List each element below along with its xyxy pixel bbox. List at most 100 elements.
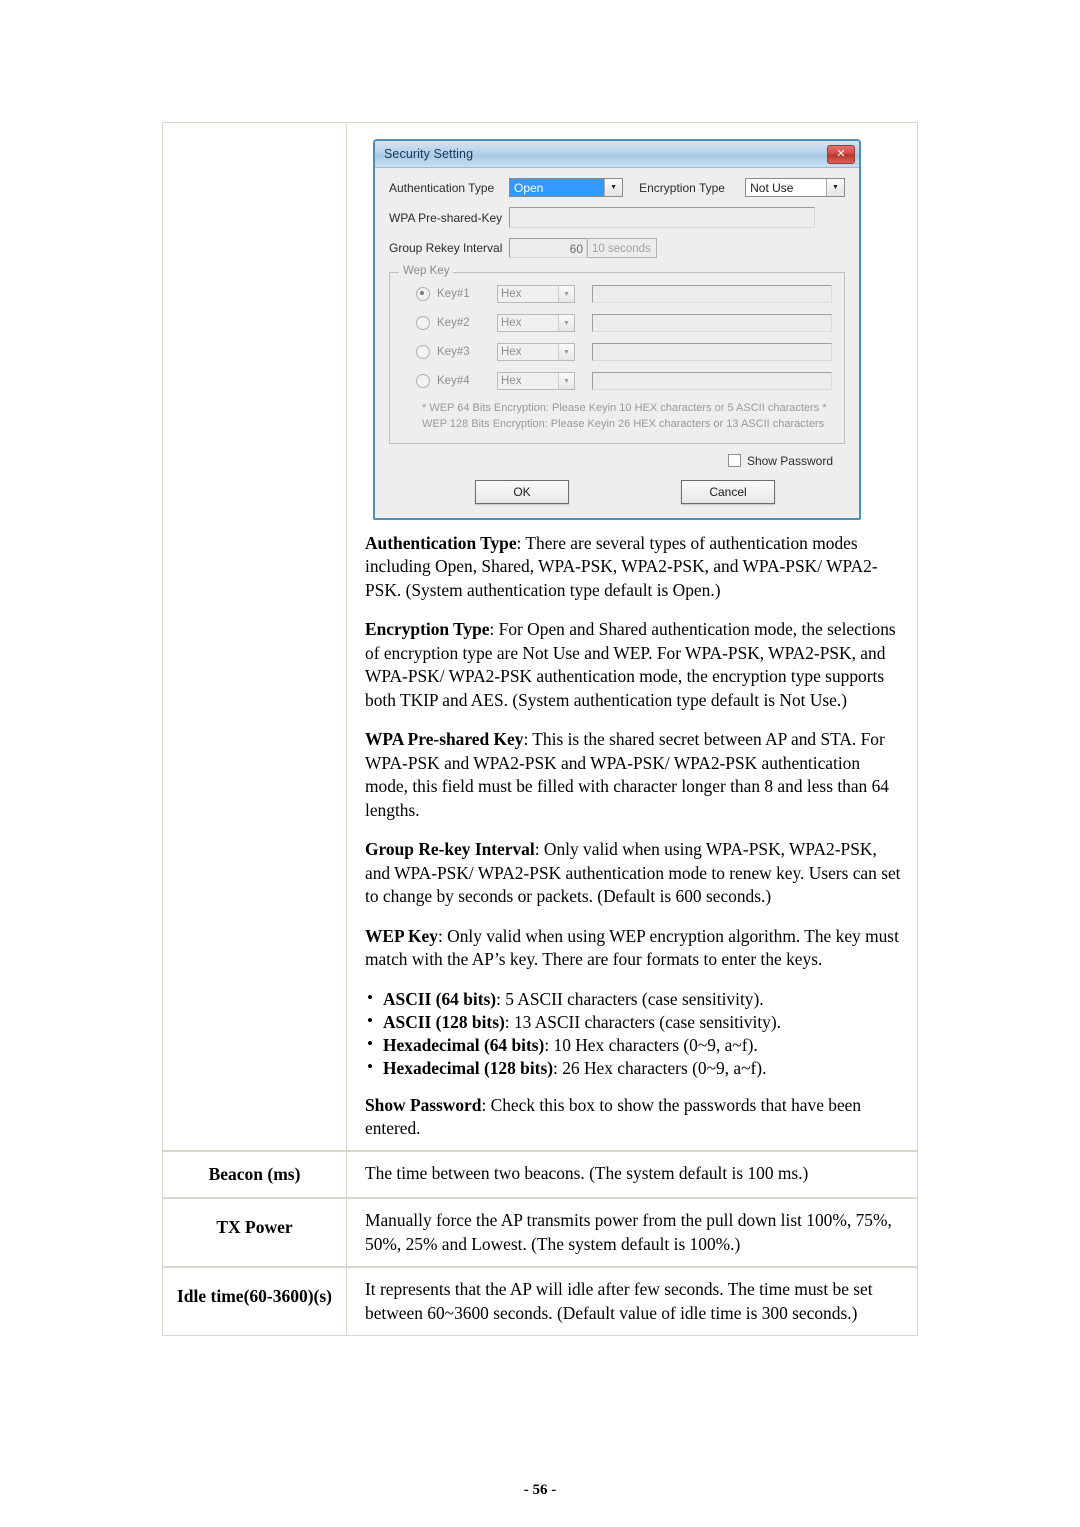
- wep-key-input[interactable]: [592, 372, 832, 390]
- group-rekey-row: Group Rekey Interval 60 10 seconds: [389, 238, 845, 258]
- parameter-description-table: Security Setting ✕ Authentication Type O…: [162, 122, 918, 1337]
- group-rekey-description: Group Re-key Interval: Only valid when u…: [365, 838, 905, 908]
- row-body-tx-power: Manually force the AP transmits power fr…: [347, 1198, 918, 1268]
- show-password-row: Show Password: [389, 454, 845, 468]
- row-label-tx-power: TX Power: [162, 1198, 347, 1268]
- wep-key-radio[interactable]: [416, 316, 430, 330]
- wep-key-radio[interactable]: [416, 345, 430, 359]
- wep-key-term: WEP Key: [365, 925, 438, 946]
- table-row: Security Setting ✕ Authentication Type O…: [162, 122, 918, 1152]
- wep-format-term: ASCII (64 bits): [383, 988, 497, 1009]
- wep-key-row: Key#2 Hex ▼: [402, 314, 832, 332]
- row-label-beacon: Beacon (ms): [162, 1151, 347, 1199]
- wep-format-list: ASCII (64 bits): 5 ASCII characters (cas…: [365, 987, 905, 1080]
- wep-key-input[interactable]: [592, 343, 832, 361]
- chevron-down-icon[interactable]: ▼: [558, 344, 574, 360]
- encryption-type-value: Not Use: [750, 181, 794, 195]
- ok-button[interactable]: OK: [475, 479, 569, 504]
- wep-key-format-value: Hex: [501, 288, 522, 300]
- chevron-down-icon[interactable]: ▼: [558, 315, 574, 331]
- group-rekey-input[interactable]: 60: [509, 238, 587, 258]
- wep-key-format-select[interactable]: Hex ▼: [497, 343, 575, 361]
- wep-format-term: Hexadecimal (128 bits): [383, 1057, 554, 1078]
- auth-type-select[interactable]: Open ▼: [509, 178, 624, 197]
- dialog-title: Security Setting: [384, 147, 474, 161]
- wep-key-input[interactable]: [592, 314, 832, 332]
- dialog-button-row: OK Cancel: [389, 479, 845, 506]
- wep-key-radio[interactable]: [416, 287, 430, 301]
- cancel-button[interactable]: Cancel: [681, 479, 775, 504]
- table-row: TX Power Manually force the AP transmits…: [162, 1198, 918, 1268]
- wep-key-label: Key#3: [437, 346, 470, 358]
- chevron-down-icon[interactable]: ▼: [604, 179, 623, 196]
- wep-key-format-value: Hex: [501, 375, 522, 387]
- auth-type-label: Authentication Type: [389, 180, 495, 195]
- wep-key-label: Key#2: [437, 317, 470, 329]
- auth-type-description: Authentication Type: There are several t…: [365, 532, 905, 602]
- wep-format-text: : 10 Hex characters (0~9, a~f).: [544, 1034, 758, 1055]
- wpa-psk-row: WPA Pre-shared-Key: [389, 207, 845, 228]
- wep-format-text: : 13 ASCII characters (case sensitivity)…: [504, 1011, 782, 1032]
- row-label-idle-time: Idle time(60-3600)(s): [162, 1267, 347, 1337]
- list-item: Hexadecimal (128 bits): 26 Hex character…: [365, 1056, 905, 1080]
- encryption-type-label: Encryption Type: [639, 180, 725, 195]
- list-item: ASCII (128 bits): 13 ASCII characters (c…: [365, 1010, 905, 1034]
- security-setting-dialog-screenshot: Security Setting ✕ Authentication Type O…: [373, 139, 905, 520]
- list-item: ASCII (64 bits): 5 ASCII characters (cas…: [365, 987, 905, 1011]
- wep-key-format-select[interactable]: Hex ▼: [497, 372, 575, 390]
- dialog-body: Authentication Type Open ▼ Encryption Ty…: [375, 168, 859, 518]
- wpa-psk-label: WPA Pre-shared-Key: [389, 210, 503, 225]
- group-rekey-label: Group Rekey Interval: [389, 241, 503, 255]
- wep-key-note-line2: WEP 128 Bits Encryption: Please Keyin 26…: [422, 417, 825, 430]
- auth-encryption-row: Authentication Type Open ▼ Encryption Ty…: [389, 178, 845, 197]
- wep-key-radio[interactable]: [416, 374, 430, 388]
- wep-key-format-select[interactable]: Hex ▼: [497, 314, 575, 332]
- show-password-description: Show Password: Check this box to show th…: [365, 1094, 905, 1141]
- show-password-checkbox[interactable]: [727, 454, 741, 468]
- close-icon[interactable]: ✕: [827, 144, 855, 164]
- chevron-down-icon[interactable]: ▼: [558, 373, 574, 389]
- wep-key-group: Wep Key Key#1 Hex ▼ Key#2 Hex ▼ Key#3 He…: [389, 265, 845, 444]
- row-body-beacon: The time between two beacons. (The syste…: [347, 1151, 918, 1199]
- wpa-key-description: WPA Pre-shared Key: This is the shared s…: [365, 728, 905, 822]
- wep-format-text: : 5 ASCII characters (case sensitivity).: [496, 988, 764, 1009]
- wep-format-text: : 26 Hex characters (0~9, a~f).: [553, 1057, 767, 1078]
- table-row: Beacon (ms) The time between two beacons…: [162, 1151, 918, 1199]
- group-rekey-term: Group Re-key Interval: [365, 839, 535, 860]
- beacon-description: The time between two beacons. (The syste…: [365, 1163, 809, 1184]
- wep-key-label: Key#1: [437, 288, 470, 300]
- wep-key-format-select[interactable]: Hex ▼: [497, 285, 575, 303]
- wep-key-description: WEP Key: Only valid when using WEP encry…: [365, 925, 905, 972]
- wep-key-note: * WEP 64 Bits Encryption: Please Keyin 1…: [402, 401, 832, 433]
- chevron-down-icon[interactable]: ▼: [826, 179, 844, 196]
- wep-key-legend: Wep Key: [399, 265, 454, 277]
- auth-type-value: Open: [510, 179, 605, 196]
- wpa-psk-input[interactable]: [509, 207, 815, 228]
- wep-key-note-line1: * WEP 64 Bits Encryption: Please Keyin 1…: [422, 402, 827, 414]
- wep-key-row: Key#1 Hex ▼: [402, 285, 832, 303]
- encryption-type-term: Encryption Type: [365, 619, 490, 640]
- row-label-empty: [162, 122, 347, 1152]
- wep-key-format-value: Hex: [501, 346, 522, 358]
- table-row: Idle time(60-3600)(s) It represents that…: [162, 1267, 918, 1337]
- encryption-type-select[interactable]: Not Use ▼: [745, 178, 845, 197]
- wep-key-row: Key#4 Hex ▼: [402, 372, 832, 390]
- wpa-key-term: WPA Pre-shared Key: [365, 729, 524, 750]
- wep-key-text: : Only valid when using WEP encryption a…: [365, 925, 899, 970]
- security-setting-description-cell: Security Setting ✕ Authentication Type O…: [347, 122, 918, 1152]
- row-body-idle-time: It represents that the AP will idle afte…: [347, 1267, 918, 1337]
- security-setting-dialog: Security Setting ✕ Authentication Type O…: [373, 139, 861, 520]
- wep-key-input[interactable]: [592, 285, 832, 303]
- wep-key-format-value: Hex: [501, 317, 522, 329]
- page-number: - 56 -: [523, 1482, 557, 1498]
- encryption-type-description: Encryption Type: For Open and Shared aut…: [365, 618, 905, 712]
- list-item: Hexadecimal (64 bits): 10 Hex characters…: [365, 1033, 905, 1057]
- idle-time-description: It represents that the AP will idle afte…: [365, 1279, 873, 1323]
- show-password-term: Show Password: [365, 1094, 482, 1115]
- chevron-down-icon[interactable]: ▼: [558, 286, 574, 302]
- show-password-label: Show Password: [746, 453, 833, 468]
- wep-key-label: Key#4: [437, 375, 470, 387]
- auth-type-term: Authentication Type: [365, 532, 517, 553]
- wep-format-term: Hexadecimal (64 bits): [383, 1034, 545, 1055]
- group-rekey-unit-select[interactable]: 10 seconds: [587, 238, 657, 258]
